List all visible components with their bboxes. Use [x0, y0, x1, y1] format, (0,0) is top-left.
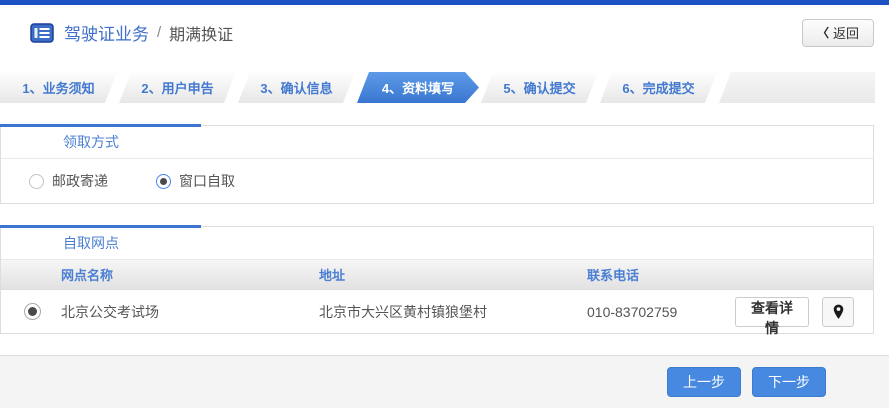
chevron-left-icon: 〈	[817, 24, 829, 41]
radio-option-label: 窗口自取	[179, 171, 235, 191]
step-2-user-declaration[interactable]: 2、用户申告	[119, 72, 236, 103]
column-header-address: 地址	[319, 265, 587, 284]
cell-point-address: 北京市大兴区黄村镇狼堡村	[319, 302, 587, 322]
pickup-method-section: 领取方式 邮政寄递 窗口自取	[0, 125, 874, 204]
step-1-business-notice[interactable]: 1、业务须知	[0, 72, 117, 103]
breadcrumb-current: 期满换证	[169, 21, 233, 45]
column-header-phone: 联系电话	[587, 265, 735, 284]
previous-step-button[interactable]: 上一步	[667, 367, 741, 397]
step-4-fill-materials[interactable]: 4、资料填写	[357, 72, 479, 103]
column-header-name: 网点名称	[61, 265, 319, 284]
back-button[interactable]: 〈 返回	[802, 19, 874, 47]
step-5-confirm-submit[interactable]: 5、确认提交	[481, 72, 598, 103]
radio-checked-icon	[156, 174, 171, 189]
location-pin-icon	[833, 304, 844, 320]
pickup-points-section-title: 自取网点	[1, 227, 873, 260]
radio-option-postal-delivery[interactable]: 邮政寄递	[29, 171, 108, 191]
wizard-footer: 上一步 下一步	[0, 355, 889, 408]
steps-filler	[719, 72, 875, 103]
wizard-steps: 1、业务须知 2、用户申告 3、确认信息 4、资料填写 5、确认提交 6、完成提…	[0, 72, 875, 103]
cell-point-phone: 010-83702759	[587, 304, 735, 320]
pickup-points-section: 自取网点 网点名称 地址 联系电话 北京公交考试场 北京市大兴区黄村镇狼堡村 0…	[0, 226, 874, 334]
map-location-button[interactable]	[822, 297, 854, 327]
pickup-method-section-title: 领取方式	[1, 126, 873, 159]
step-6-complete-submit[interactable]: 6、完成提交	[600, 72, 717, 103]
step-3-confirm-info[interactable]: 3、确认信息	[238, 72, 355, 103]
pickup-method-options: 邮政寄递 窗口自取	[1, 159, 873, 203]
table-row: 北京公交考试场 北京市大兴区黄村镇狼堡村 010-83702759 查看详情	[1, 290, 873, 333]
row-actions: 查看详情	[735, 297, 873, 327]
page-header: 驾驶证业务 / 期满换证 〈 返回	[0, 5, 889, 60]
radio-option-label: 邮政寄递	[52, 171, 108, 191]
business-list-icon	[30, 23, 54, 43]
view-details-button[interactable]: 查看详情	[735, 297, 809, 327]
back-button-label: 返回	[833, 23, 859, 42]
page-title: 驾驶证业务	[64, 20, 149, 45]
row-radio-selected[interactable]	[24, 303, 41, 320]
breadcrumb-separator: /	[157, 24, 161, 41]
radio-unchecked-icon	[29, 174, 44, 189]
next-step-button[interactable]: 下一步	[752, 367, 826, 397]
cell-point-name: 北京公交考试场	[61, 302, 319, 322]
table-header-row: 网点名称 地址 联系电话	[1, 260, 873, 290]
radio-option-window-pickup[interactable]: 窗口自取	[156, 171, 235, 191]
